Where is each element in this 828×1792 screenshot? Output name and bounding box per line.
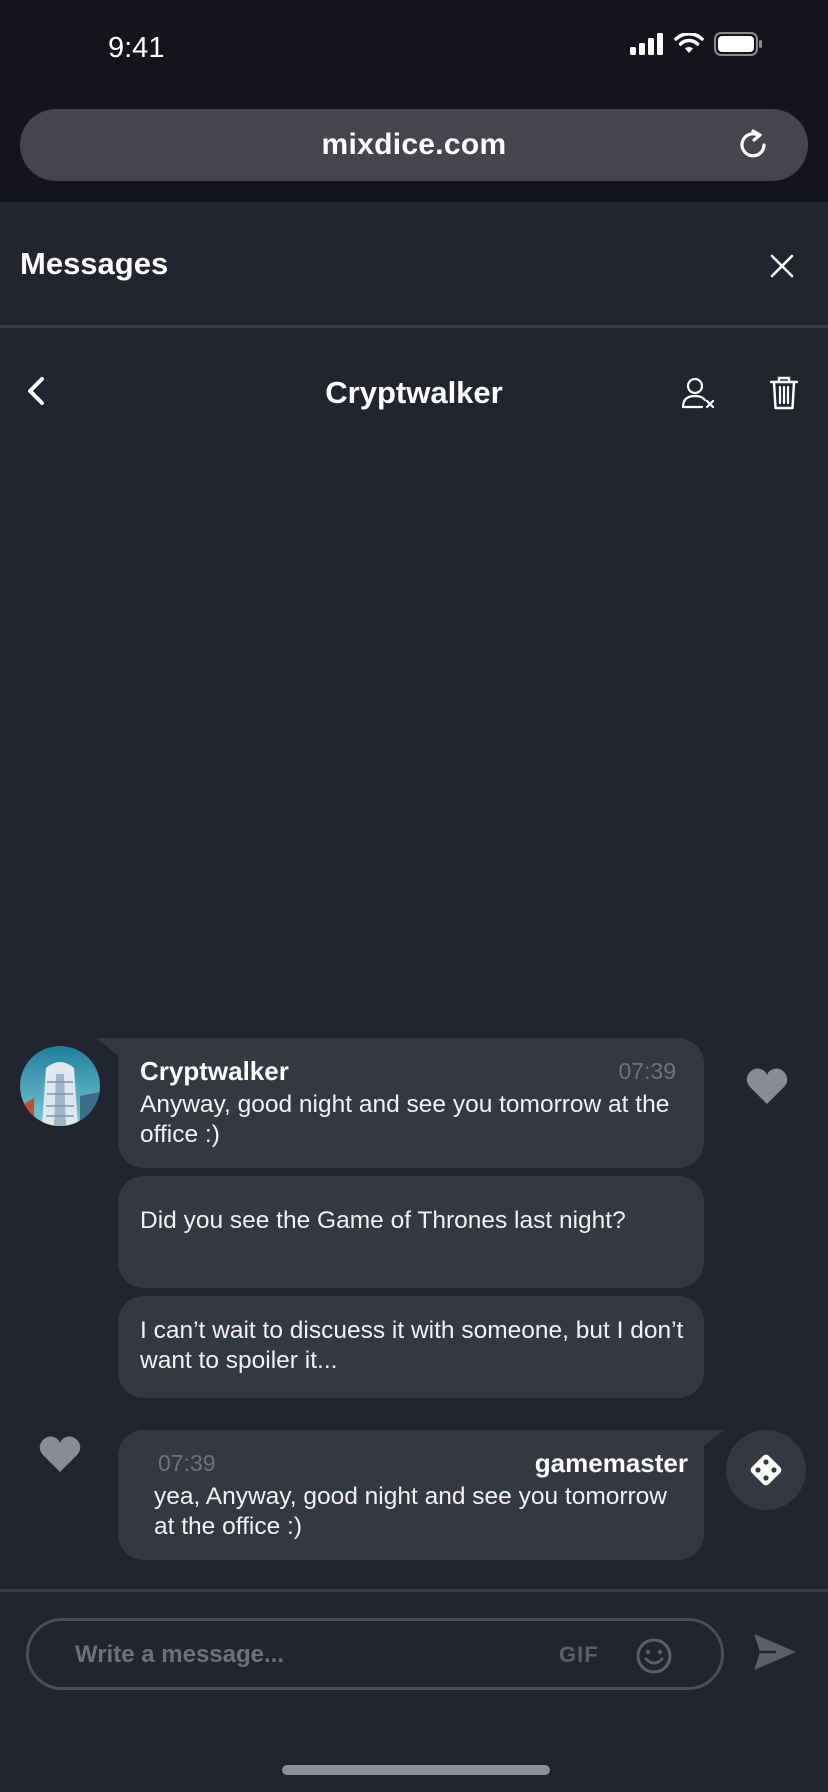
signal-icon	[630, 33, 663, 55]
message-bubble[interactable]: Cryptwalker 07:39 Anyway, good night and…	[118, 1038, 704, 1168]
message-time: 07:39	[158, 1450, 216, 1476]
message-bubble[interactable]: Did you see the Game of Thrones last nig…	[118, 1176, 704, 1288]
reload-icon[interactable]	[736, 128, 770, 162]
browser-chrome: 9:41 mixdice.com	[0, 0, 828, 202]
message-time: 07:39	[618, 1058, 676, 1084]
gif-button[interactable]: GIF	[559, 1642, 599, 1668]
divider	[0, 1589, 828, 1592]
url-text: mixdice.com	[321, 128, 507, 161]
status-icons	[630, 32, 762, 56]
message-sender: gamemaster	[534, 1448, 688, 1478]
page-title: Messages	[20, 246, 169, 281]
user-avatar[interactable]	[726, 1430, 806, 1510]
message-sender: Cryptwalker	[140, 1056, 289, 1086]
dice-icon	[750, 1454, 782, 1486]
message-bubble[interactable]: I can’t wait to discuess it with someone…	[118, 1296, 704, 1398]
user-remove-icon[interactable]	[680, 375, 716, 411]
message-text: yea, Anyway, good night and see you tomo…	[154, 1483, 667, 1540]
send-icon[interactable]	[752, 1632, 798, 1672]
close-icon[interactable]	[766, 250, 798, 282]
message-text: I can’t wait to discuess it with someone…	[140, 1317, 684, 1374]
emoji-icon[interactable]	[635, 1637, 673, 1675]
heart-icon[interactable]	[744, 1066, 790, 1106]
avatar[interactable]	[20, 1046, 100, 1126]
conversation-header: Cryptwalker	[0, 345, 828, 435]
battery-icon	[714, 32, 762, 56]
address-bar[interactable]: mixdice.com	[20, 109, 808, 181]
message-input[interactable]: Write a message... GIF	[26, 1618, 724, 1690]
message-text: Did you see the Game of Thrones last nig…	[140, 1207, 626, 1234]
status-time: 9:41	[108, 32, 165, 64]
heart-icon[interactable]	[37, 1434, 83, 1474]
message-text: Anyway, good night and see you tomorrow …	[140, 1091, 670, 1148]
wifi-icon	[674, 33, 704, 53]
messages-header: Messages	[0, 202, 828, 328]
message-input-placeholder: Write a message...	[75, 1641, 284, 1668]
trash-icon[interactable]	[768, 375, 800, 411]
home-indicator	[282, 1765, 550, 1775]
avatar-image	[20, 1046, 100, 1126]
message-bubble[interactable]: 07:39 gamemaster yea, Anyway, good night…	[118, 1430, 704, 1560]
